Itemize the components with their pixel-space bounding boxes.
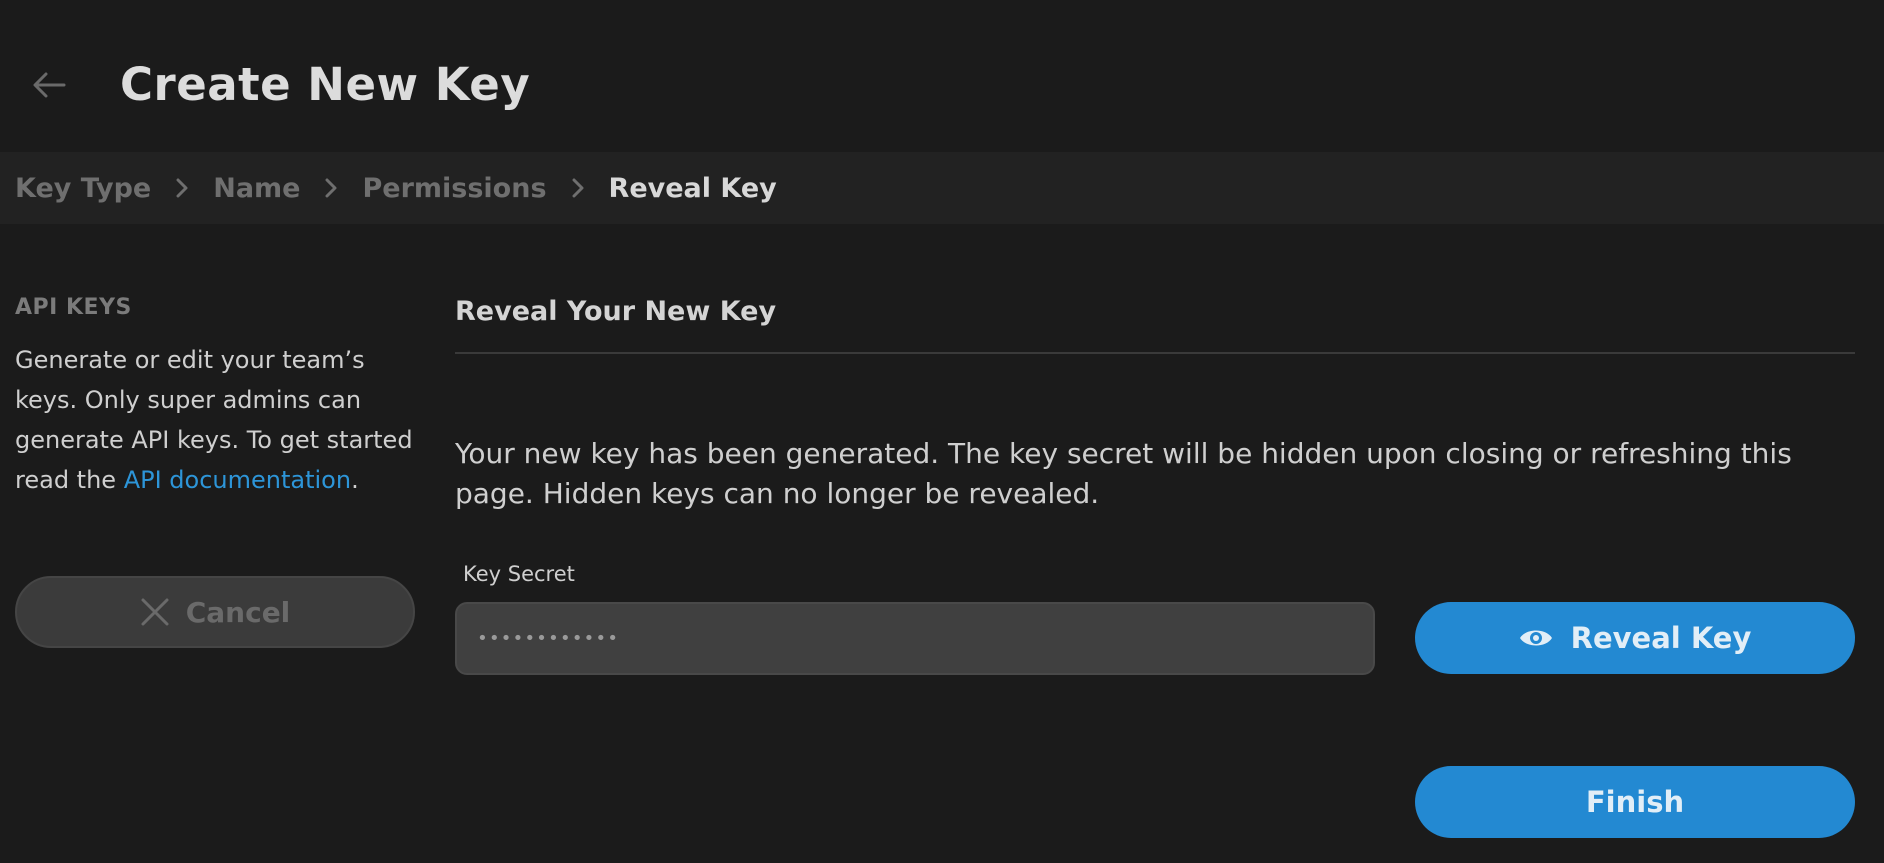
breadcrumb: Key Type Name Permissions Reveal Key — [0, 152, 1884, 224]
breadcrumb-item-name[interactable]: Name — [213, 173, 300, 204]
breadcrumb-item-key-type[interactable]: Key Type — [15, 173, 151, 204]
key-generated-notice: Your new key has been generated. The key… — [455, 437, 1792, 510]
main-content: Reveal Your New Key — [455, 290, 1855, 334]
breadcrumb-item-permissions[interactable]: Permissions — [362, 173, 546, 204]
eye-icon — [1519, 630, 1552, 646]
page-header: Create New Key — [0, 0, 1884, 152]
breadcrumb-item-reveal-key: Reveal Key — [608, 172, 777, 204]
cancel-button-label: Cancel — [185, 595, 291, 629]
reveal-key-button[interactable]: Reveal Key — [1415, 602, 1855, 674]
key-secret-label: Key Secret — [463, 562, 575, 586]
api-documentation-link[interactable]: API documentation — [124, 466, 351, 494]
sidebar-description-suffix: . — [351, 466, 359, 494]
back-button[interactable] — [26, 62, 72, 108]
close-icon — [141, 598, 169, 626]
sidebar: API KEYS Generate or edit your team’s ke… — [15, 290, 415, 500]
cancel-button[interactable]: Cancel — [15, 576, 415, 648]
chevron-right-icon — [151, 173, 213, 203]
finish-button[interactable]: Finish — [1415, 766, 1855, 838]
arrow-left-icon — [33, 72, 66, 98]
section-title: Reveal Your New Key — [455, 296, 777, 327]
finish-button-label: Finish — [1585, 785, 1685, 819]
sidebar-description: Generate or edit your team’s keys. Only … — [15, 340, 425, 500]
key-secret-field[interactable]: •••••••••••• — [455, 602, 1375, 675]
chevron-right-icon — [547, 173, 609, 203]
page-title: Create New Key — [120, 58, 531, 111]
section-divider — [455, 352, 1855, 354]
sidebar-heading: API KEYS — [15, 295, 132, 320]
chevron-right-icon — [300, 173, 362, 203]
reveal-key-button-label: Reveal Key — [1570, 621, 1752, 655]
